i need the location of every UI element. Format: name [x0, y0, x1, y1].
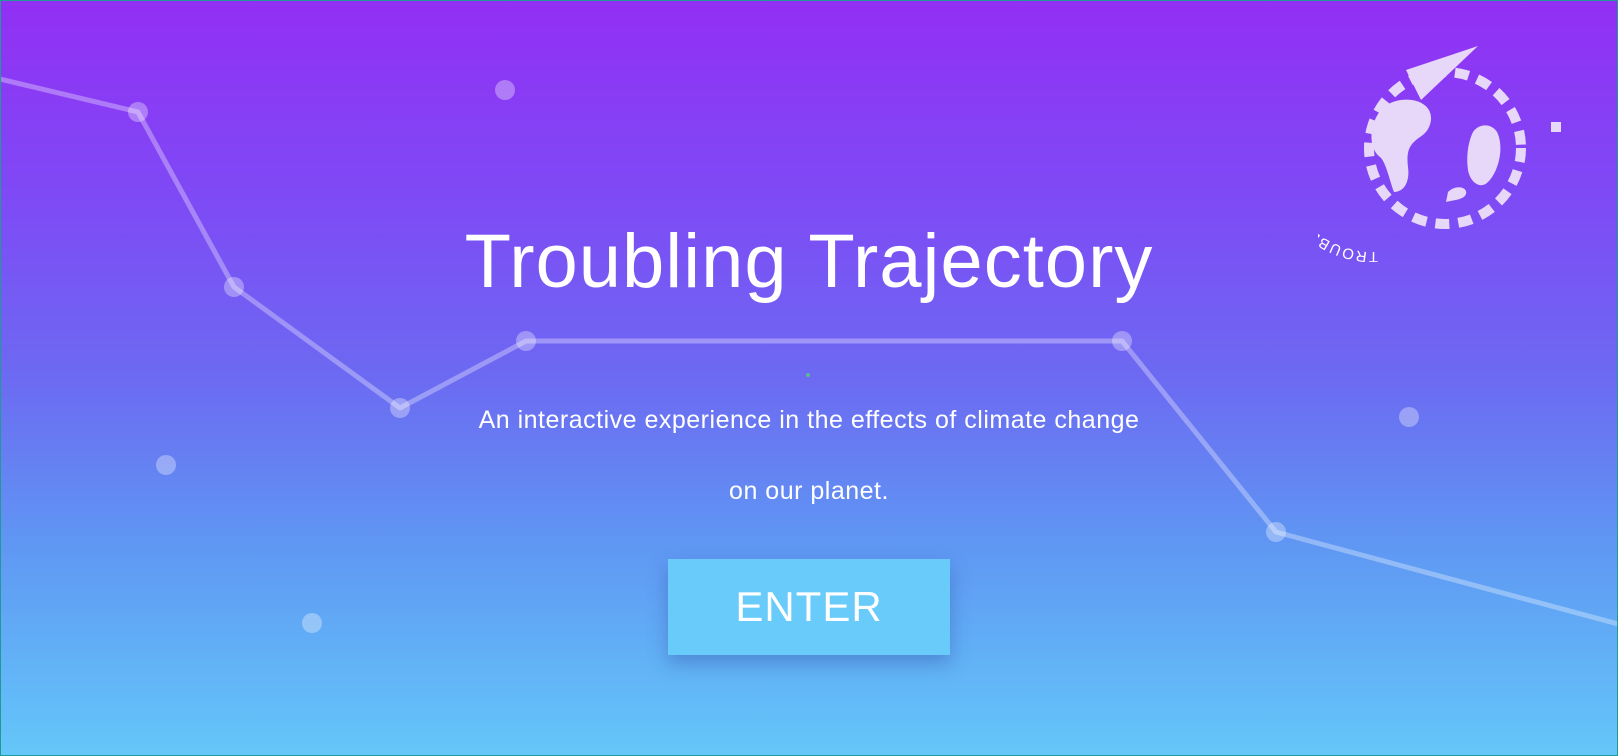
marker-dot: [806, 373, 810, 377]
floating-dot: [1399, 407, 1419, 427]
logo-continent-icon: [1467, 125, 1501, 186]
trajectory-point: [1266, 522, 1286, 542]
floating-dot: [302, 613, 322, 633]
trajectory-point: [1112, 331, 1132, 351]
globe-trajectory-logo-icon: TROUBLING TRAJECTORY: [1318, 46, 1561, 262]
subtitle-line-2: on our planet.: [729, 477, 889, 505]
landing-stage: Troubling Trajectory An interactive expe…: [0, 0, 1618, 756]
trajectory-point: [390, 398, 410, 418]
logo-small-marker: [1551, 122, 1561, 132]
trajectory-point: [128, 102, 148, 122]
subtitle-line-1: An interactive experience in the effects…: [478, 406, 1140, 434]
enter-button[interactable]: ENTER: [668, 559, 950, 655]
logo-continent-icon: [1371, 99, 1432, 192]
floating-dot: [495, 80, 515, 100]
logo-continent-icon: [1446, 187, 1467, 202]
floating-dot: [156, 455, 176, 475]
trajectory-point: [516, 331, 536, 351]
